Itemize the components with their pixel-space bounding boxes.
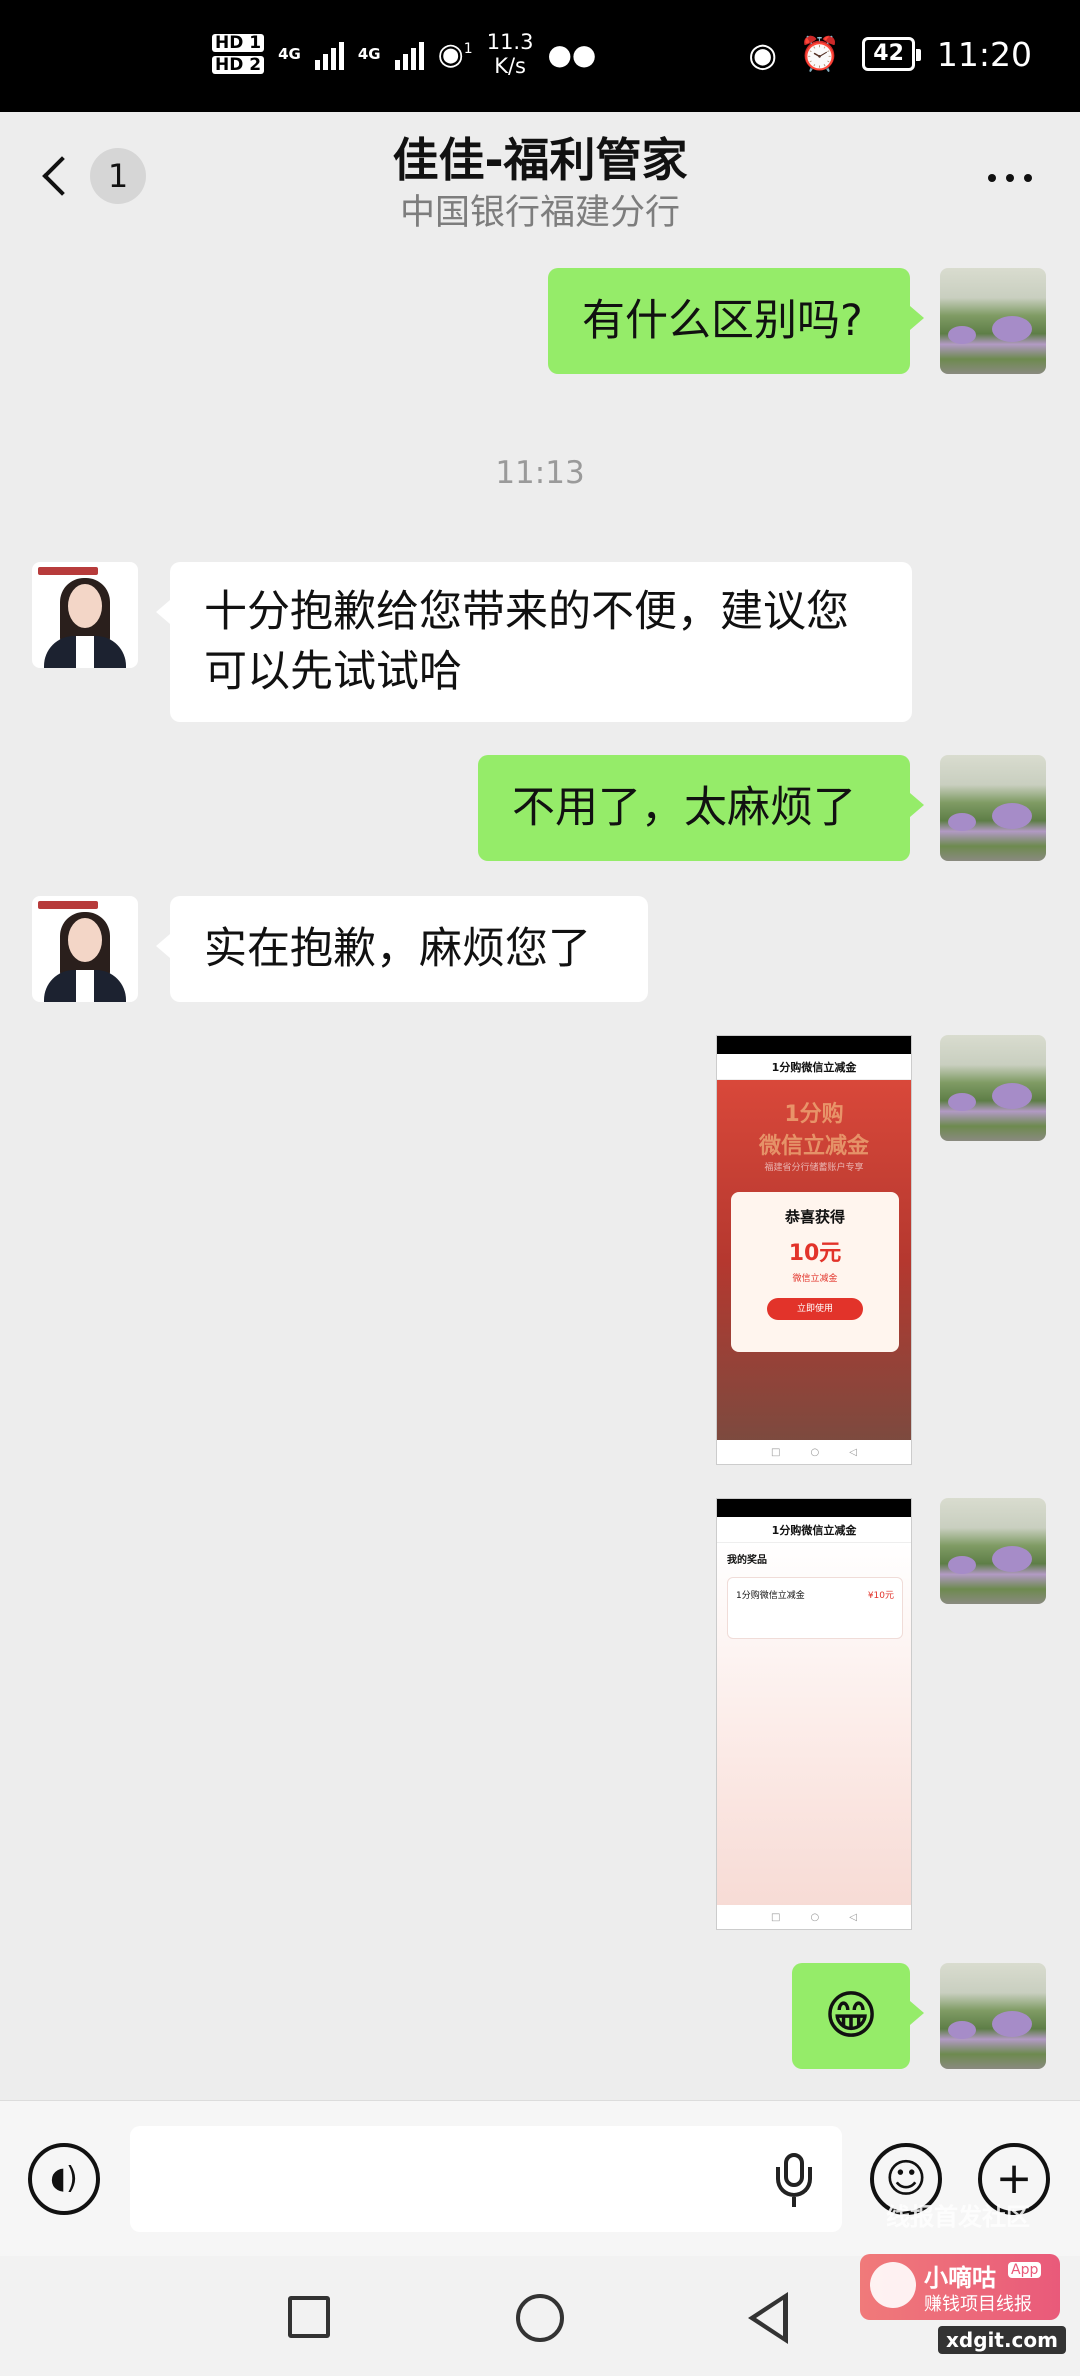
- shot-nav-bar: □ ○ ◁: [717, 1905, 911, 1929]
- message-bubble-outgoing[interactable]: 😁: [792, 1963, 924, 2069]
- shot-popup-title: 恭喜获得: [784, 1208, 845, 1226]
- network-speed: 11.3 K/s: [487, 30, 534, 78]
- contact-avatar[interactable]: [32, 562, 138, 668]
- self-avatar[interactable]: [940, 1963, 1046, 2069]
- message-input[interactable]: [130, 2126, 842, 2232]
- shot-section-title: 我的奖品: [727, 1555, 767, 1566]
- message-bubble-outgoing[interactable]: 不用了，太麻烦了: [478, 755, 924, 861]
- shot-popup-desc: 微信立减金: [792, 1274, 838, 1284]
- shot-nav-title: 1分购微信立减金: [717, 1054, 911, 1080]
- contact-avatar[interactable]: [32, 896, 138, 1002]
- watermark-app-tag: App: [1008, 2262, 1042, 2278]
- more-options-button[interactable]: [988, 174, 1032, 182]
- recent-apps-button[interactable]: [288, 2296, 330, 2338]
- shot-popup: 恭喜获得 10元 微信立减金 立即使用: [731, 1192, 899, 1352]
- watermark-tagline: 赚钱项目线报: [924, 2294, 1032, 2315]
- back-nav-button[interactable]: [748, 2292, 788, 2344]
- signal-icon: [314, 38, 344, 70]
- self-avatar[interactable]: [940, 268, 1046, 374]
- message-bubble-outgoing[interactable]: 有什么区别吗?: [548, 268, 924, 374]
- microphone-icon[interactable]: [776, 2153, 812, 2207]
- message-text: 不用了，太麻烦了: [512, 783, 856, 833]
- shot-banner-sub: 福建省分行储蓄账户专享: [764, 1163, 864, 1173]
- watermark-domain: xdgit.com: [938, 2326, 1066, 2354]
- clock: 11:20: [936, 34, 1032, 74]
- image-message[interactable]: 1分购微信立减金 我的奖品 1分购微信立减金 ¥10元 □ ○ ◁: [716, 1498, 912, 1930]
- bank-logo-icon: [38, 567, 98, 575]
- chat-title: 佳佳-福利管家: [392, 133, 688, 187]
- bank-logo-icon: [38, 901, 98, 909]
- voice-button[interactable]: ◖): [28, 2143, 100, 2215]
- dot-icon: [1024, 174, 1032, 182]
- watermark-badge: 小嘀咕 App 赚钱项目线报: [860, 2254, 1060, 2320]
- shot-banner-line2: 微信立减金: [758, 1134, 869, 1159]
- plus-icon: +: [995, 2153, 1033, 2204]
- self-avatar[interactable]: [940, 1498, 1046, 1604]
- eye-icon: ◉: [748, 34, 778, 74]
- shot-prize-value: ¥10元: [867, 1591, 894, 1601]
- dot-icon: [1006, 174, 1014, 182]
- timestamp: 11:13: [495, 455, 585, 491]
- watermark-brand: 小嘀咕: [924, 2264, 996, 2292]
- sim-indicator: HD 1 HD 2: [212, 34, 265, 74]
- watermark-slogan: 线报首发社区: [886, 2203, 1030, 2231]
- wechat-icon: ●●: [547, 37, 597, 71]
- battery-icon: 42: [862, 37, 921, 71]
- network-type-2: 4G: [357, 45, 381, 63]
- home-button[interactable]: [516, 2294, 564, 2342]
- shot-banner-line1: 1分购: [784, 1102, 844, 1127]
- shot-popup-button: 立即使用: [767, 1298, 863, 1320]
- watermark-mascot-icon: [870, 2262, 916, 2308]
- message-text: 有什么区别吗?: [582, 296, 863, 346]
- chat-header: 1 佳佳-福利管家 中国银行福建分行: [0, 112, 1080, 247]
- speed-unit: K/s: [494, 54, 526, 78]
- image-message[interactable]: 1分购微信立减金 1分购 微信立减金 福建省分行储蓄账户专享 恭喜获得 10元 …: [716, 1035, 912, 1465]
- signal-icon-2: [394, 38, 424, 70]
- network-type-1: 4G: [278, 45, 301, 63]
- self-avatar[interactable]: [940, 1035, 1046, 1141]
- input-bar: ◖) ☺ + 线报首发社区: [0, 2100, 1080, 2256]
- message-text-line1: 十分抱歉给您带来的不便，建议您: [204, 587, 849, 637]
- shot-prize-card: 1分购微信立减金 ¥10元: [727, 1577, 903, 1639]
- sim1-label: HD 1: [212, 34, 265, 52]
- message-bubble-incoming[interactable]: 实在抱歉，麻烦您了: [156, 896, 648, 1002]
- message-text-line2: 可以先试试哈: [204, 647, 462, 697]
- hotspot-icon: ◉1: [437, 36, 473, 72]
- message-bubble-incoming[interactable]: 十分抱歉给您带来的不便，建议您 可以先试试哈: [156, 562, 912, 722]
- status-bar: HD 1 HD 2 4G 4G ◉1 11.3 K/s ●● ◉ ⏰ 42 11…: [0, 0, 1080, 112]
- self-avatar[interactable]: [940, 755, 1046, 861]
- emoji-icon: ☺: [885, 2156, 927, 2202]
- dot-icon: [988, 174, 996, 182]
- sim2-label: HD 2: [212, 56, 265, 74]
- shot-nav-bar: □ ○ ◁: [717, 1440, 911, 1464]
- chat-subtitle: 中国银行福建分行: [399, 193, 680, 233]
- shot-nav-title: 1分购微信立减金: [717, 1517, 911, 1543]
- grin-emoji-icon: 😁: [823, 1986, 879, 2046]
- speed-value: 11.3: [486, 30, 534, 54]
- alarm-icon: ⏰: [799, 34, 841, 73]
- voice-icon: ◖): [50, 2161, 78, 2196]
- message-text: 实在抱歉，麻烦您了: [204, 924, 591, 974]
- shot-popup-amount: 10元: [788, 1241, 842, 1266]
